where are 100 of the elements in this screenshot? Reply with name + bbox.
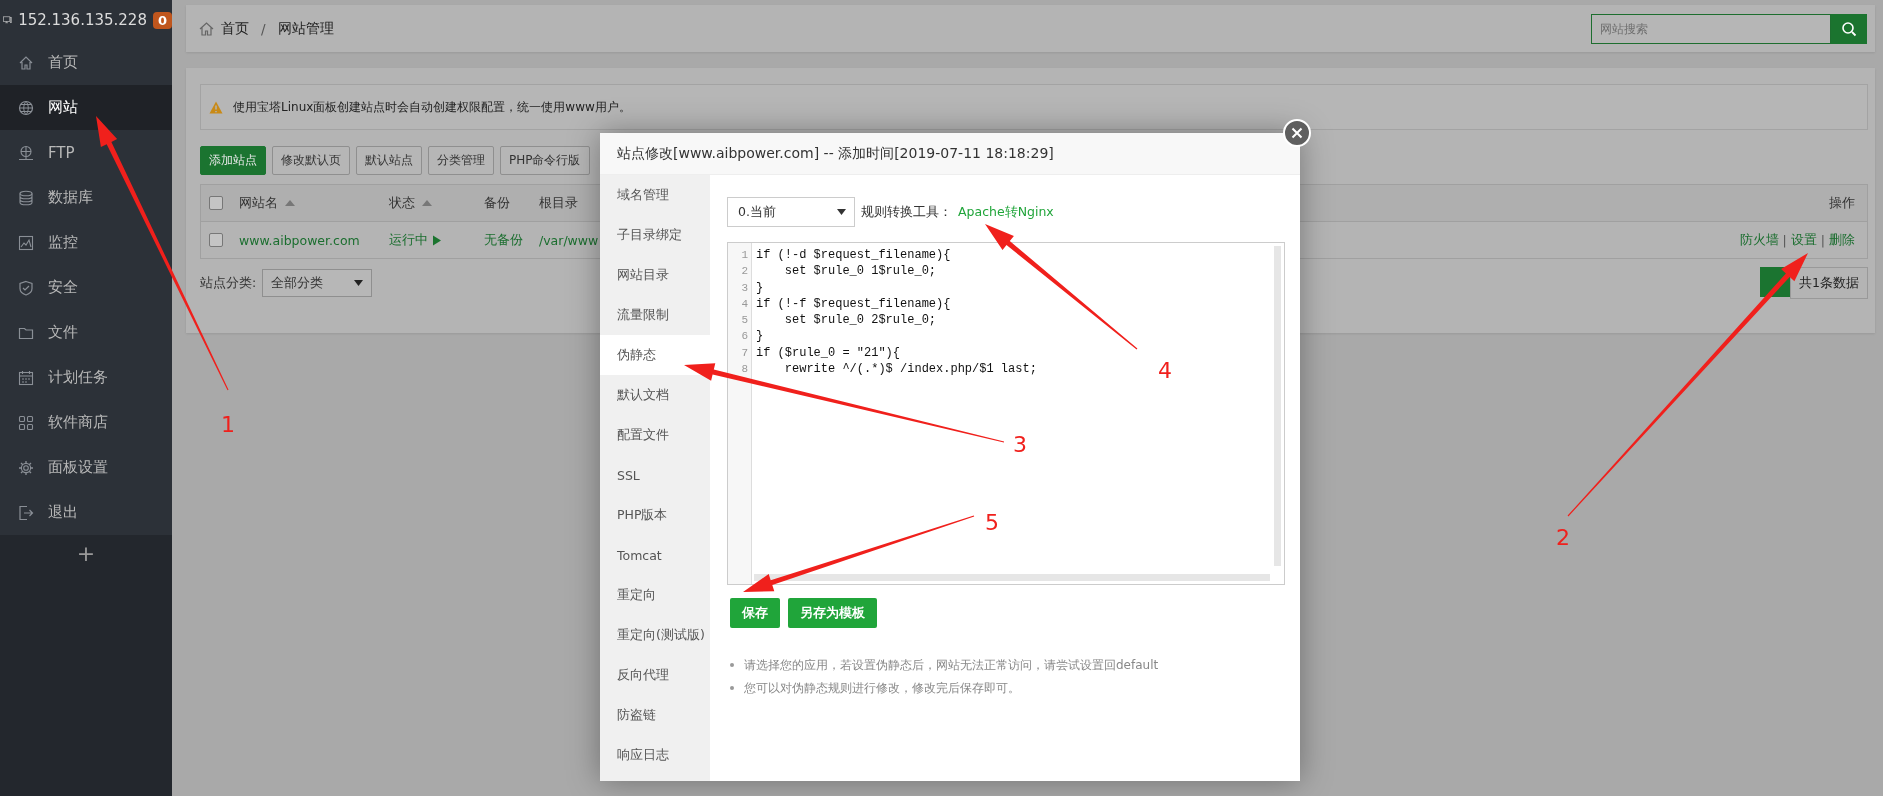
sidebar-item[interactable]: 计划任务 bbox=[0, 355, 172, 400]
home-icon bbox=[198, 20, 215, 37]
code-line: set $rule_0 2$rule_0; bbox=[783, 312, 938, 329]
sidebar-item[interactable]: 安全 bbox=[0, 265, 172, 310]
gear-icon bbox=[18, 459, 34, 476]
database-icon bbox=[18, 189, 34, 206]
code-line: set $rule_0 1$rule_0; bbox=[783, 263, 938, 280]
dropdown-caret-icon bbox=[354, 280, 364, 286]
code-line: if (!-f $request_filename){ bbox=[756, 295, 952, 313]
sidebar-item[interactable]: 软件商店 bbox=[0, 400, 172, 445]
toolbar-button[interactable]: PHP命令行版 bbox=[500, 146, 590, 175]
category-label: 站点分类: bbox=[200, 274, 257, 292]
line-number: 8 bbox=[740, 362, 749, 378]
line-number: 7 bbox=[740, 345, 749, 361]
line-number: 2 bbox=[740, 264, 749, 280]
sidebar-item[interactable]: 监控 bbox=[0, 220, 172, 265]
scrollbar[interactable] bbox=[1274, 246, 1281, 566]
dialog-tab[interactable]: 伪静态 bbox=[600, 335, 710, 375]
dialog-tab[interactable]: 反向代理 bbox=[600, 655, 710, 695]
dialog-tab[interactable]: 重定向(测试版) bbox=[600, 615, 710, 655]
code-line: rewrite ^/(.*)$ /index.php/$1 last; bbox=[783, 361, 1037, 378]
toolbar-button[interactable]: 分类管理 bbox=[428, 146, 494, 175]
annotation-number: 5 bbox=[985, 510, 999, 535]
breadcrumb-item[interactable]: 网站管理 bbox=[277, 19, 334, 38]
dialog-tab[interactable]: 配置文件 bbox=[600, 415, 710, 455]
annotation-number: 4 bbox=[1158, 358, 1172, 383]
play-icon bbox=[432, 234, 442, 246]
separator: | bbox=[1782, 232, 1787, 248]
checkbox[interactable] bbox=[209, 196, 223, 210]
dialog-tab[interactable]: 流量限制 bbox=[600, 295, 710, 335]
dialog-tab[interactable]: PHP版本 bbox=[600, 495, 710, 535]
line-number: 6 bbox=[740, 329, 749, 345]
notification-badge[interactable]: 0 bbox=[152, 11, 172, 29]
warning-icon bbox=[209, 100, 223, 114]
search-button[interactable] bbox=[1831, 13, 1867, 44]
code-line: if ($rule_0 = "21"){ bbox=[756, 344, 902, 362]
sidebar-item[interactable]: 网站 bbox=[0, 85, 172, 130]
category-select[interactable]: 全部分类 bbox=[262, 269, 373, 297]
rule-select[interactable]: 0.当前 bbox=[727, 197, 855, 227]
separator: | bbox=[1820, 232, 1825, 248]
shield-icon bbox=[18, 279, 34, 296]
dialog-tab[interactable]: SSL bbox=[600, 455, 710, 495]
breadcrumb-separator: / bbox=[261, 20, 266, 37]
chart-icon bbox=[18, 234, 34, 251]
sort-arrow-icon[interactable] bbox=[421, 199, 433, 207]
dialog-tab[interactable]: 响应日志 bbox=[600, 735, 710, 775]
help-note: 您可以对伪静态规则进行修改，修改完后保存即可。 bbox=[744, 679, 1020, 696]
search-icon bbox=[1841, 20, 1857, 37]
dialog-tab[interactable]: 默认文档 bbox=[600, 375, 710, 415]
add-button[interactable]: + bbox=[76, 543, 96, 565]
logout-icon bbox=[18, 504, 34, 521]
sort-arrow-icon[interactable] bbox=[284, 199, 296, 207]
line-number: 1 bbox=[740, 248, 749, 263]
column-header: 操作 bbox=[1829, 194, 1855, 212]
code-line: } bbox=[756, 279, 765, 296]
annotation-number: 1 bbox=[221, 412, 235, 437]
checkbox[interactable] bbox=[209, 233, 223, 247]
dialog-tab[interactable]: 重定向 bbox=[600, 575, 710, 615]
globe-icon bbox=[18, 99, 34, 116]
line-number: 4 bbox=[740, 296, 749, 312]
scrollbar[interactable] bbox=[754, 574, 1270, 581]
dialog-title: 站点修改[www.aibpower.com] -- 添加时间[2019-07-11 18:18:29] bbox=[600, 133, 1300, 175]
dialog-tab[interactable]: 域名管理 bbox=[600, 175, 710, 215]
sidebar-item[interactable]: 退出 bbox=[0, 490, 172, 535]
code-line: if (!-d $request_filename){ bbox=[756, 247, 952, 264]
grid-icon bbox=[18, 414, 34, 431]
line-number: 5 bbox=[740, 313, 749, 329]
line-number: 3 bbox=[740, 280, 749, 296]
home-icon bbox=[18, 54, 34, 71]
close-icon bbox=[1291, 127, 1303, 139]
sidebar-item[interactable]: FTP bbox=[0, 130, 172, 175]
column-header[interactable]: 网站名 bbox=[239, 194, 278, 212]
calendar-icon bbox=[18, 369, 34, 386]
server-ip: 152.136.135.228 bbox=[18, 11, 147, 29]
bullet-icon bbox=[730, 662, 734, 667]
tool-label: 规则转换工具： bbox=[861, 203, 952, 221]
toolbar-button[interactable]: 默认站点 bbox=[356, 146, 422, 175]
sidebar-item[interactable]: 数据库 bbox=[0, 175, 172, 220]
column-header: 备份 bbox=[484, 194, 510, 212]
dialog-tab[interactable]: 防盗链 bbox=[600, 695, 710, 735]
breadcrumb-item[interactable]: 首页 bbox=[221, 19, 249, 38]
toolbar-button[interactable]: 添加站点 bbox=[200, 146, 266, 175]
code-line: } bbox=[756, 328, 765, 345]
help-note: 请选择您的应用，若设置伪静态后，网站无法正常访问，请尝试设置回default bbox=[744, 656, 1159, 673]
column-header: 根目录 bbox=[539, 194, 578, 212]
sidebar-item[interactable]: 首页 bbox=[0, 40, 172, 85]
dialog-tab[interactable]: 网站目录 bbox=[600, 255, 710, 295]
alert-text: 使用宝塔Linux面板创建站点时会自动创建权限配置，统一使用www用户。 bbox=[233, 98, 631, 116]
annotation-number: 2 bbox=[1556, 525, 1570, 550]
search-field[interactable]: 网站搜索 bbox=[1591, 13, 1831, 44]
dialog-tab[interactable]: Tomcat bbox=[600, 535, 710, 575]
sidebar-item[interactable]: 面板设置 bbox=[0, 445, 172, 490]
bullet-icon bbox=[730, 685, 734, 690]
dropdown-caret-icon bbox=[837, 209, 846, 215]
sidebar-item[interactable]: 文件 bbox=[0, 310, 172, 355]
dialog-tab[interactable]: 子目录绑定 bbox=[600, 215, 710, 255]
annotation-number: 3 bbox=[1013, 432, 1027, 457]
toolbar-button[interactable]: 修改默认页 bbox=[272, 146, 350, 175]
column-header[interactable]: 状态 bbox=[389, 194, 415, 212]
network-globe-icon bbox=[18, 144, 34, 161]
